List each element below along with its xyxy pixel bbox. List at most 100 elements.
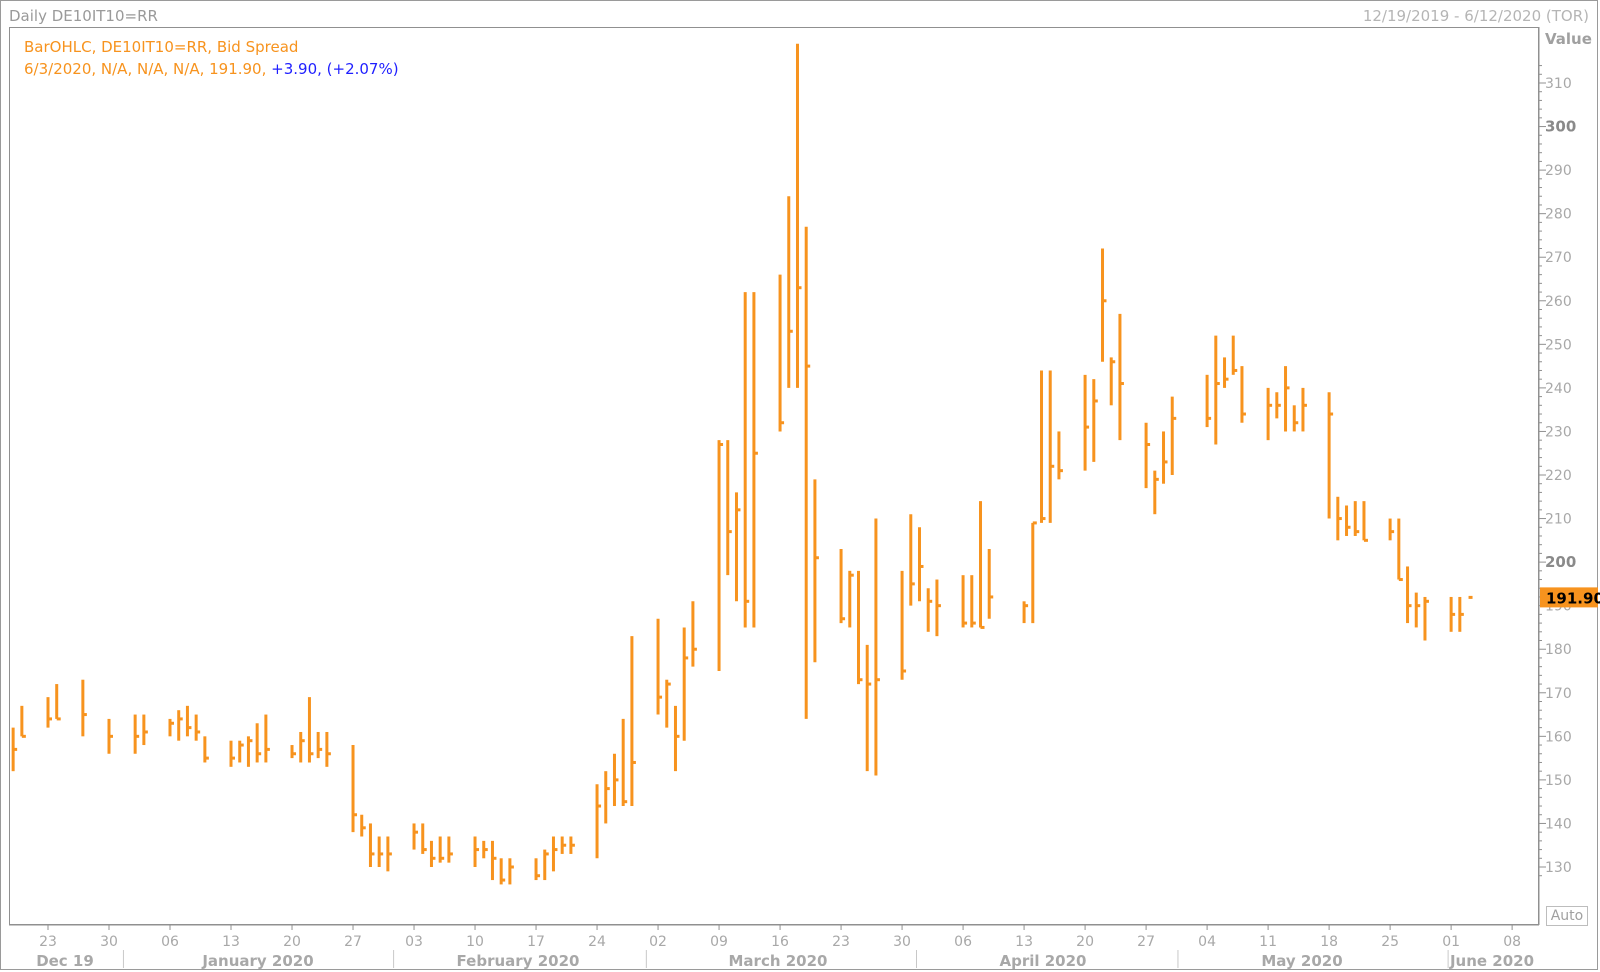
ohlc-bar [81,679,87,737]
ohlc-bar [1406,566,1412,624]
ohlc-bar [1266,387,1273,441]
x-tick-label: 13 [222,934,240,950]
ohlc-bar [726,440,732,576]
ohlc-bar [778,274,785,432]
x-tick-label: 13 [1015,934,1033,950]
ohlc-bar [351,745,358,833]
ohlc-bar [621,718,628,807]
ohlc-bar [926,588,933,632]
month-label: February 2020 [457,952,580,970]
x-tick-label: 16 [771,934,789,950]
ohlc-bar [1118,313,1124,441]
ohlc-bar [438,836,445,863]
x-tick-label: 25 [1381,934,1399,950]
ohlc-bar [1031,521,1037,624]
ohlc-bar [1083,374,1090,471]
ohlc-bar [1205,374,1212,428]
x-tick-label: 23 [39,934,57,950]
month-label: January 2020 [201,952,313,970]
ohlc-bar [482,840,488,859]
ohlc-bar [1275,392,1281,419]
x-tick-label: 03 [405,934,423,950]
ohlc-bar [299,731,305,763]
ohlc-bar [569,836,575,854]
ohlc-bar [177,710,183,741]
ohlc-bar [874,518,880,776]
ohlc-bar [499,858,506,885]
ohlc-bar [630,636,636,807]
y-tick-label: 230 [1545,424,1572,440]
x-tick-label: 27 [344,934,362,950]
ohlc-bar [656,618,663,715]
x-tick-label: 23 [832,934,850,950]
ohlc-bar [673,705,680,772]
ohlc-bar [595,784,602,859]
ohlc-bar [987,549,994,619]
x-tick-label: 09 [710,934,728,950]
ohlc-bar [900,570,907,680]
ohlc-bar [1284,366,1290,432]
ohlc-bar [473,836,480,867]
y-tick-label: 290 [1545,163,1572,179]
ohlc-bar [935,579,941,637]
ohlc-bar [447,836,453,863]
x-tick-label: 27 [1137,934,1155,950]
x-tick-label: 06 [161,934,179,950]
ohlc-bars [11,43,1473,885]
ohlc-bar [1362,501,1368,542]
y-tick-label: 270 [1545,250,1572,266]
ohlc-bar [229,740,236,767]
y-tick-label: 150 [1545,773,1572,789]
ohlc-bar [734,492,741,602]
ohlc-bar [1092,379,1098,462]
ohlc-bar [325,731,331,767]
ohlc-bar [865,644,872,772]
ohlc-bar [1231,335,1238,375]
x-tick-label: 06 [954,934,972,950]
x-tick-label: 08 [1503,934,1521,950]
ohlc-bar [970,575,976,628]
legend-change: +3.90, (+2.07%) [271,60,399,78]
ohlc-bar [1101,248,1107,362]
ohlc-bar [1048,370,1055,523]
ohlc-bar [1292,405,1299,432]
y-tick-label: 160 [1545,729,1572,745]
ohlc-bar [185,705,192,737]
ohlc-bar [46,697,52,728]
ohlc-chart: 1301401501601701801902002102202302402502… [9,27,1600,970]
legend-last-values: 6/3/2020, N/A, N/A, N/A, 191.90, +3.90, … [24,60,399,78]
y-tick-label: 210 [1545,512,1572,528]
x-tick-label: 04 [1198,934,1216,950]
y-tick-label: 300 [1545,118,1576,136]
ohlc-bar [752,292,758,628]
ohlc-bar [839,549,846,624]
ohlc-bar [133,714,140,754]
ohlc-bar [11,727,18,772]
ohlc-bar [421,823,427,854]
y-tick-label: 280 [1545,207,1572,223]
month-label: March 2020 [729,952,828,970]
ohlc-bar [1353,501,1360,536]
ohlc-bar [386,836,392,872]
x-tick-label: 30 [100,934,118,950]
y-axis: 1301401501601701801902002102202302402502… [1538,27,1600,925]
month-label: May 2020 [1261,952,1342,970]
ohlc-bar [1057,431,1063,480]
ohlc-bar [360,814,366,837]
ohlc-bar [795,43,802,388]
x-tick-label: 20 [283,934,301,950]
legend-values: 6/3/2020, N/A, N/A, N/A, 191.90, [24,60,272,78]
x-tick-label: 02 [649,934,667,950]
ohlc-bar [307,697,314,763]
x-tick-label: 24 [588,934,606,950]
month-label: Dec 19 [36,952,94,970]
ohlc-bar [918,527,924,602]
ohlc-bar [290,745,297,759]
ohlc-bar [55,684,61,721]
auto-scale-button[interactable]: Auto [1546,906,1588,926]
ohlc-bar [560,836,567,854]
ohlc-bar [1397,518,1403,582]
ohlc-bar [665,679,671,728]
ohlc-bar [1214,335,1220,445]
y-tick-label: 260 [1545,294,1572,310]
